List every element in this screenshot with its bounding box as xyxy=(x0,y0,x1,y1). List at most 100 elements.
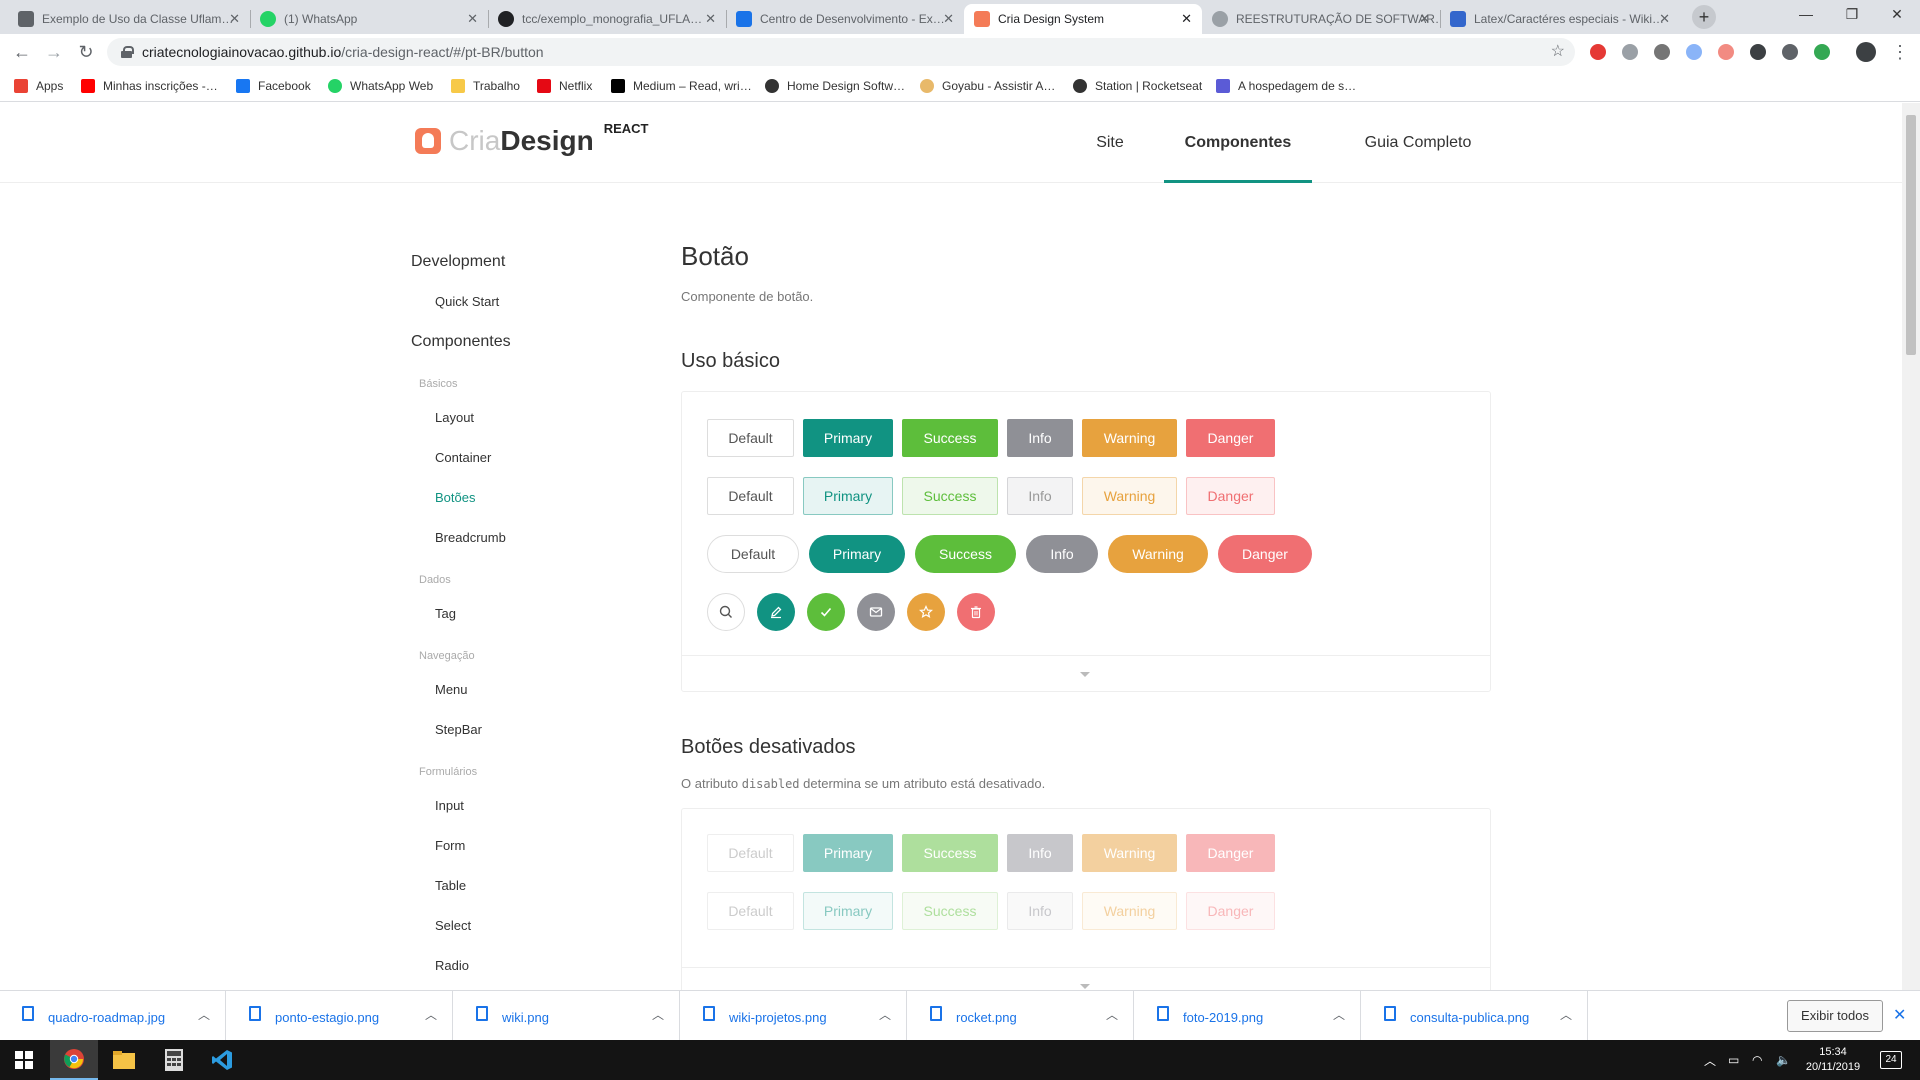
extension-icon[interactable] xyxy=(1654,44,1670,60)
menu-dots-icon[interactable]: ⋮ xyxy=(1888,40,1912,64)
default-disabled-button[interactable]: Default xyxy=(707,834,794,872)
taskbar-clock[interactable]: 15:34 20/11/2019 xyxy=(1788,1045,1878,1075)
chrome-icon[interactable] xyxy=(50,1040,98,1080)
danger-plain-button[interactable]: Danger xyxy=(1186,477,1275,515)
info-button[interactable]: Info xyxy=(1007,419,1073,457)
page-scrollbar[interactable] xyxy=(1902,103,1920,990)
chevron-up-icon[interactable]: ︿ xyxy=(1704,1040,1716,1080)
calculator-icon[interactable] xyxy=(150,1040,198,1080)
danger-button[interactable]: Danger xyxy=(1186,419,1275,457)
info-plain-disabled-button[interactable]: Info xyxy=(1007,892,1073,930)
notifications-icon[interactable]: 24 xyxy=(1880,1040,1902,1080)
nav-guia-completo[interactable]: Guia Completo xyxy=(1355,103,1481,183)
sidebar-item-tag[interactable]: Tag xyxy=(435,606,456,621)
sidebar-item-form[interactable]: Form xyxy=(435,838,465,853)
edit-circle-button[interactable] xyxy=(757,593,795,631)
download-item[interactable]: wiki-projetos.png ︿ xyxy=(681,991,907,1041)
show-all-downloads-button[interactable]: Exibir todos xyxy=(1787,1000,1883,1032)
site-logo[interactable]: Cria Design REACT xyxy=(415,121,648,157)
warning-round-button[interactable]: Warning xyxy=(1108,535,1208,573)
browser-tab[interactable]: REESTRUTURAÇÃO DE SOFTWAR… ✕ xyxy=(1202,4,1440,34)
extension-icon[interactable] xyxy=(1686,44,1702,60)
chevron-up-icon[interactable]: ︿ xyxy=(652,1006,664,1023)
warning-plain-button[interactable]: Warning xyxy=(1082,477,1177,515)
info-round-button[interactable]: Info xyxy=(1026,535,1098,573)
default-round-button[interactable]: Default xyxy=(707,535,799,573)
danger-disabled-button[interactable]: Danger xyxy=(1186,834,1275,872)
success-button[interactable]: Success xyxy=(902,419,998,457)
address-bar[interactable]: criatecnologiainovacao.github.io/cria-de… xyxy=(107,38,1575,66)
nav-componentes[interactable]: Componentes xyxy=(1164,103,1312,183)
extension-icon[interactable] xyxy=(1622,44,1638,60)
extension-icon[interactable] xyxy=(1814,44,1830,60)
close-icon[interactable]: ✕ xyxy=(1181,11,1192,27)
chevron-up-icon[interactable]: ︿ xyxy=(198,1006,210,1023)
primary-button[interactable]: Primary xyxy=(803,419,893,457)
minimize-icon[interactable]: — xyxy=(1783,0,1829,30)
download-item[interactable]: foto-2019.png ︿ xyxy=(1135,991,1361,1041)
chevron-up-icon[interactable]: ︿ xyxy=(1333,1006,1345,1023)
sidebar-item-container[interactable]: Container xyxy=(435,450,491,465)
chevron-up-icon[interactable]: ︿ xyxy=(1560,1006,1572,1023)
extension-icon[interactable] xyxy=(1782,44,1798,60)
wifi-icon[interactable]: ◠ xyxy=(1752,1040,1762,1080)
default-plain-button[interactable]: Default xyxy=(707,477,794,515)
success-round-button[interactable]: Success xyxy=(915,535,1016,573)
chevron-up-icon[interactable]: ︿ xyxy=(1106,1006,1118,1023)
primary-disabled-button[interactable]: Primary xyxy=(803,834,893,872)
extension-icon[interactable] xyxy=(1590,44,1606,60)
close-icon[interactable]: ✕ xyxy=(1419,11,1430,27)
bookmark-item[interactable]: Station | Rocketseat xyxy=(1073,76,1202,96)
back-icon[interactable]: ← xyxy=(10,40,34,64)
download-item[interactable]: consulta-publica.png ︿ xyxy=(1362,991,1588,1041)
restore-icon[interactable]: ❐ xyxy=(1829,0,1875,30)
delete-circle-button[interactable] xyxy=(957,593,995,631)
close-icon[interactable]: ✕ xyxy=(467,11,478,27)
avatar[interactable] xyxy=(1856,42,1876,62)
danger-round-button[interactable]: Danger xyxy=(1218,535,1312,573)
close-icon[interactable]: ✕ xyxy=(705,11,716,27)
new-tab-button[interactable]: + xyxy=(1692,5,1716,29)
sidebar-item-menu[interactable]: Menu xyxy=(435,682,468,697)
vscode-icon[interactable] xyxy=(198,1040,246,1080)
browser-tab[interactable]: Centro de Desenvolvimento - Ex… ✕ xyxy=(726,4,964,34)
info-disabled-button[interactable]: Info xyxy=(1007,834,1073,872)
warning-disabled-button[interactable]: Warning xyxy=(1082,834,1177,872)
download-item[interactable]: wiki.png ︿ xyxy=(454,991,680,1041)
info-plain-button[interactable]: Info xyxy=(1007,477,1073,515)
bookmark-item[interactable]: Netflix xyxy=(537,76,592,96)
check-circle-button[interactable] xyxy=(807,593,845,631)
danger-plain-disabled-button[interactable]: Danger xyxy=(1186,892,1275,930)
default-plain-disabled-button[interactable]: Default xyxy=(707,892,794,930)
sidebar-item-layout[interactable]: Layout xyxy=(435,410,474,425)
close-icon[interactable]: ✕ xyxy=(229,11,240,27)
browser-tab[interactable]: Exemplo de Uso da Classe Uflam… ✕ xyxy=(8,4,250,34)
browser-tab[interactable]: tcc/exemplo_monografia_UFLA… ✕ xyxy=(488,4,726,34)
bookmark-item[interactable]: Trabalho xyxy=(451,76,520,96)
star-circle-button[interactable] xyxy=(907,593,945,631)
bookmark-item[interactable]: Medium – Read, wri… xyxy=(611,76,752,96)
close-icon[interactable]: ✕ xyxy=(943,11,954,27)
browser-tab-active[interactable]: Cria Design System ✕ xyxy=(964,4,1202,34)
sidebar-item-quick-start[interactable]: Quick Start xyxy=(435,294,499,309)
reload-icon[interactable]: ↻ xyxy=(74,40,98,64)
primary-round-button[interactable]: Primary xyxy=(809,535,905,573)
sidebar-item-table[interactable]: Table xyxy=(435,878,466,893)
primary-plain-disabled-button[interactable]: Primary xyxy=(803,892,893,930)
warning-button[interactable]: Warning xyxy=(1082,419,1177,457)
forward-icon[interactable]: → xyxy=(42,40,66,64)
sidebar-item-stepbar[interactable]: StepBar xyxy=(435,722,482,737)
chevron-up-icon[interactable]: ︿ xyxy=(425,1006,437,1023)
download-item[interactable]: rocket.png ︿ xyxy=(908,991,1134,1041)
bookmark-item[interactable]: WhatsApp Web xyxy=(328,76,433,96)
close-icon[interactable]: ✕ xyxy=(1659,11,1670,27)
nav-site[interactable]: Site xyxy=(1080,103,1140,183)
bookmark-item[interactable]: Home Design Softw… xyxy=(765,76,905,96)
bookmark-star-icon[interactable]: ☆ xyxy=(1551,41,1565,61)
sidebar-item-botoes[interactable]: Botões xyxy=(435,490,475,505)
close-icon[interactable]: ✕ xyxy=(1893,1005,1906,1025)
sidebar-item-radio[interactable]: Radio xyxy=(435,958,469,973)
sidebar-item-breadcrumb[interactable]: Breadcrumb xyxy=(435,530,506,545)
extension-icon[interactable] xyxy=(1718,44,1734,60)
scrollbar-thumb[interactable] xyxy=(1906,115,1916,355)
